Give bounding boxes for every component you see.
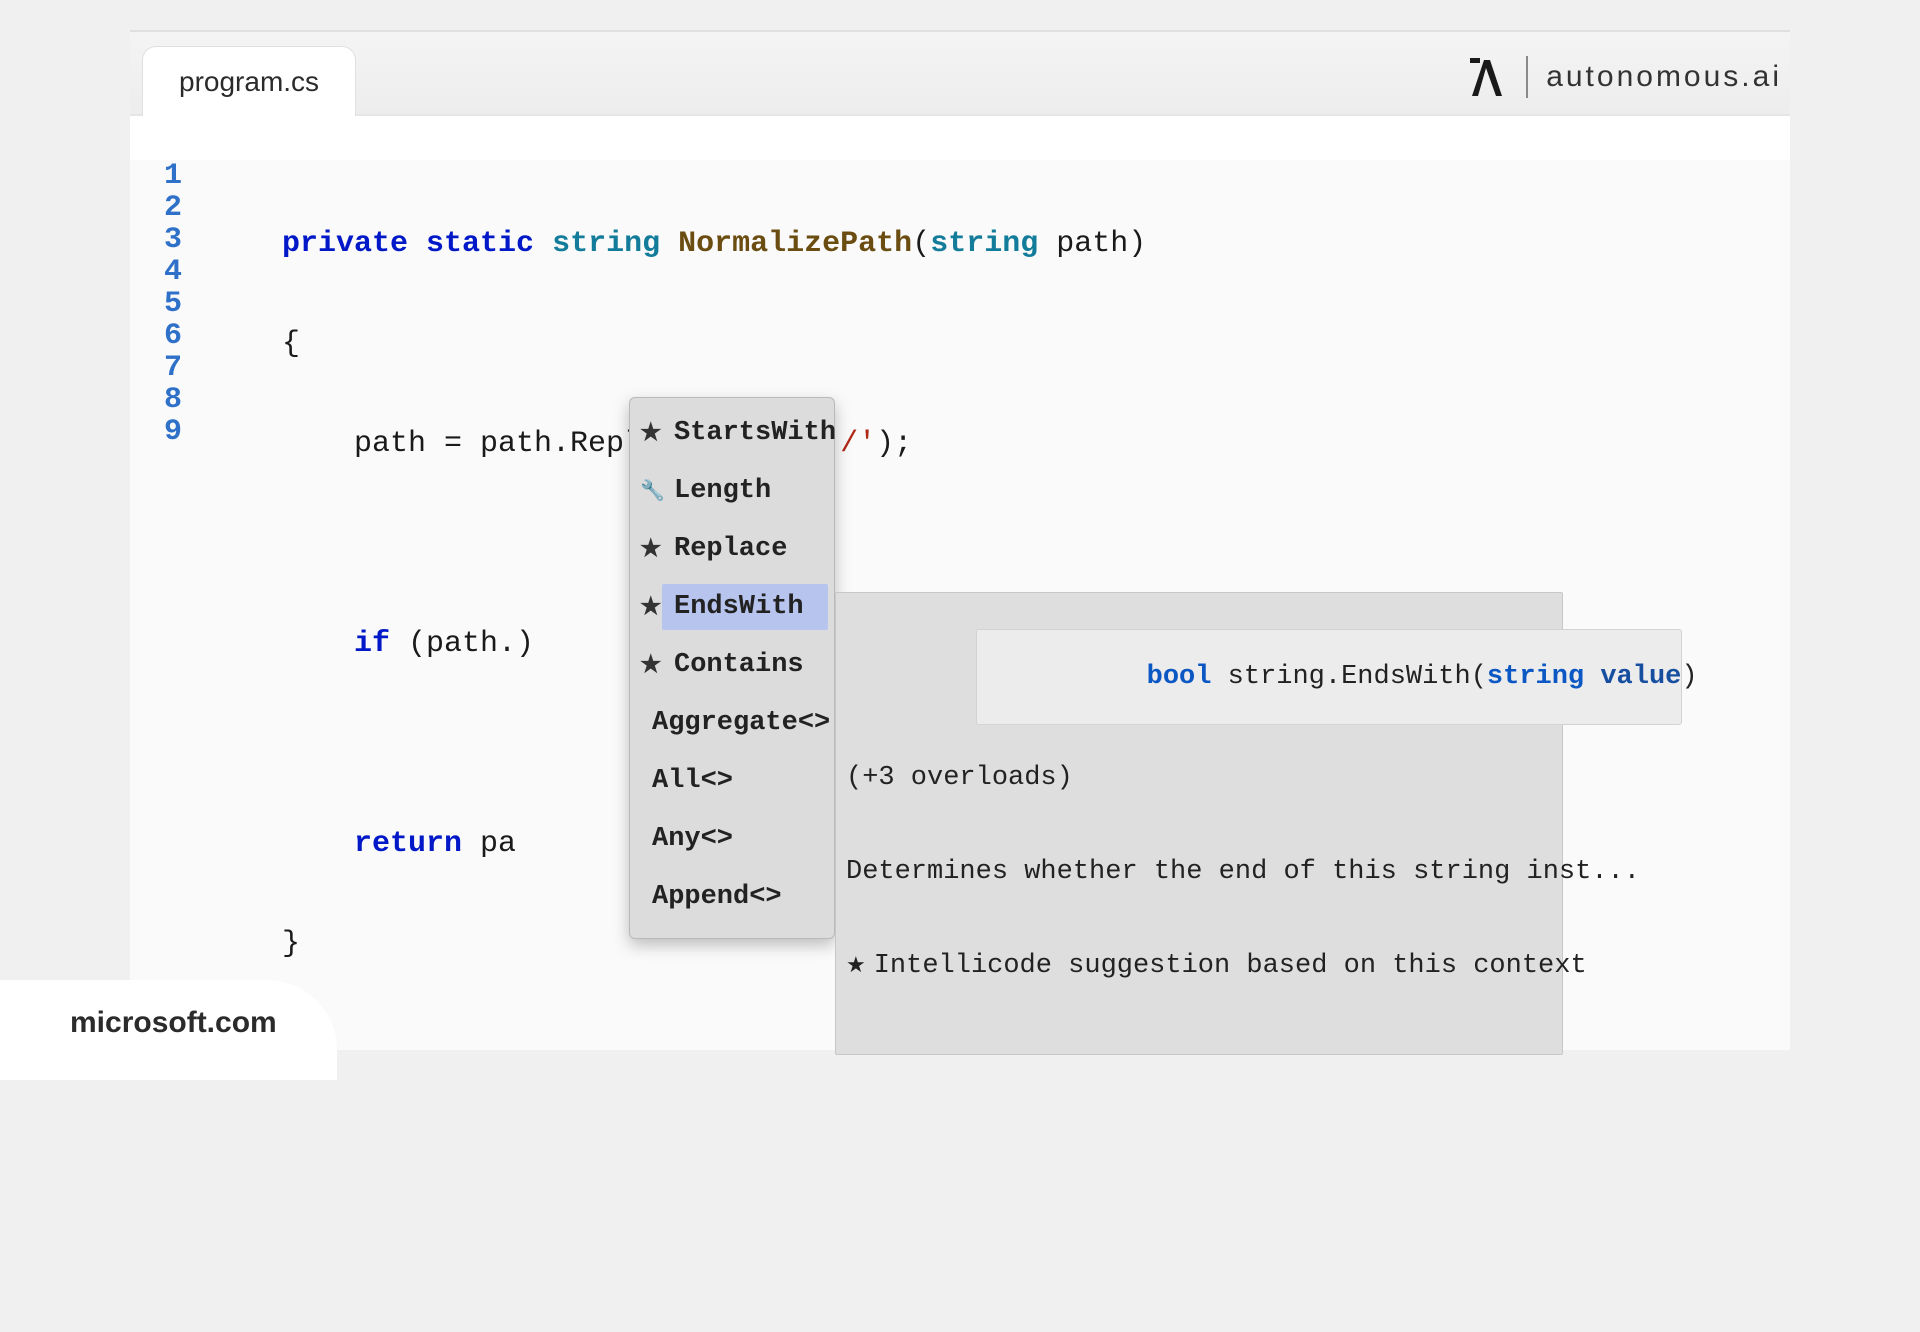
code-line[interactable]: private static string NormalizePath(stri… bbox=[282, 228, 1146, 260]
line-number: 3 bbox=[130, 224, 194, 256]
signature-line: bool string.EndsWith(string value) bbox=[976, 629, 1682, 725]
autocomplete-label: Contains bbox=[674, 650, 804, 680]
autocomplete-item[interactable]: Aggregate<> bbox=[630, 694, 834, 752]
code-editor[interactable]: 1 2 3 4 5 6 7 8 9 private static string … bbox=[130, 116, 1790, 160]
autocomplete-label: EndsWith bbox=[674, 592, 804, 622]
line-number: 6 bbox=[130, 320, 194, 352]
lambda-icon bbox=[1466, 54, 1508, 100]
autocomplete-item[interactable]: ★ Contains bbox=[630, 636, 834, 694]
autocomplete-item[interactable]: ★ StartsWith bbox=[630, 404, 834, 462]
source-text: microsoft.com bbox=[70, 1006, 277, 1039]
line-gutter: 1 2 3 4 5 6 7 8 9 bbox=[130, 160, 194, 448]
tab-active[interactable]: program.cs bbox=[142, 46, 356, 118]
autocomplete-label: Any<> bbox=[652, 824, 733, 854]
line-number: 5 bbox=[130, 288, 194, 320]
autocomplete-item[interactable]: ★ Replace bbox=[630, 520, 834, 578]
autocomplete-label: Replace bbox=[674, 534, 787, 564]
autocomplete-item[interactable]: 🔧 Length bbox=[630, 462, 834, 520]
star-icon: ★ bbox=[640, 592, 662, 622]
autocomplete-item[interactable]: Any<> bbox=[630, 810, 834, 868]
autocomplete-item[interactable]: Append<> bbox=[630, 868, 834, 926]
autocomplete-label: StartsWith bbox=[674, 418, 836, 448]
star-icon: ★ bbox=[640, 418, 662, 448]
tab-filename: program.cs bbox=[179, 66, 319, 98]
brand: autonomous.ai bbox=[1466, 54, 1782, 100]
tab-bar: program.cs autonomous.ai bbox=[130, 30, 1790, 116]
line-number: 8 bbox=[130, 384, 194, 416]
brand-text: autonomous.ai bbox=[1546, 60, 1782, 94]
autocomplete-item[interactable]: All<> bbox=[630, 752, 834, 810]
overloads-text: (+3 overloads) bbox=[846, 761, 1552, 795]
signature-tooltip: bool string.EndsWith(string value) (+3 o… bbox=[835, 592, 1563, 1055]
brand-divider bbox=[1526, 56, 1528, 98]
source-chip: microsoft.com bbox=[0, 980, 337, 1080]
autocomplete-label: Length bbox=[674, 476, 771, 506]
intellicode-note: ★Intellicode suggestion based on this co… bbox=[846, 949, 1552, 984]
autocomplete-label: Aggregate<> bbox=[652, 708, 830, 738]
line-number: 9 bbox=[130, 416, 194, 448]
autocomplete-label: All<> bbox=[652, 766, 733, 796]
code-line[interactable]: { bbox=[282, 328, 1146, 360]
line-number: 4 bbox=[130, 256, 194, 288]
description-text: Determines whether the end of this strin… bbox=[846, 855, 1552, 889]
wrench-icon: 🔧 bbox=[640, 478, 665, 504]
editor-window: program.cs autonomous.ai 1 2 3 4 5 6 7 8… bbox=[130, 30, 1790, 1050]
star-icon: ★ bbox=[640, 534, 662, 564]
line-number: 1 bbox=[130, 160, 194, 192]
line-number: 2 bbox=[130, 192, 194, 224]
line-number: 7 bbox=[130, 352, 194, 384]
autocomplete-item[interactable]: ★ EndsWith bbox=[630, 578, 834, 636]
code-body[interactable]: private static string NormalizePath(stri… bbox=[282, 160, 1146, 1332]
autocomplete-popup[interactable]: ★ StartsWith 🔧 Length ★ Replace ★ EndsWith ★ Cont… bbox=[629, 397, 835, 939]
star-icon: ★ bbox=[640, 650, 662, 680]
star-icon: ★ bbox=[846, 954, 866, 979]
autocomplete-label: Append<> bbox=[652, 882, 782, 912]
